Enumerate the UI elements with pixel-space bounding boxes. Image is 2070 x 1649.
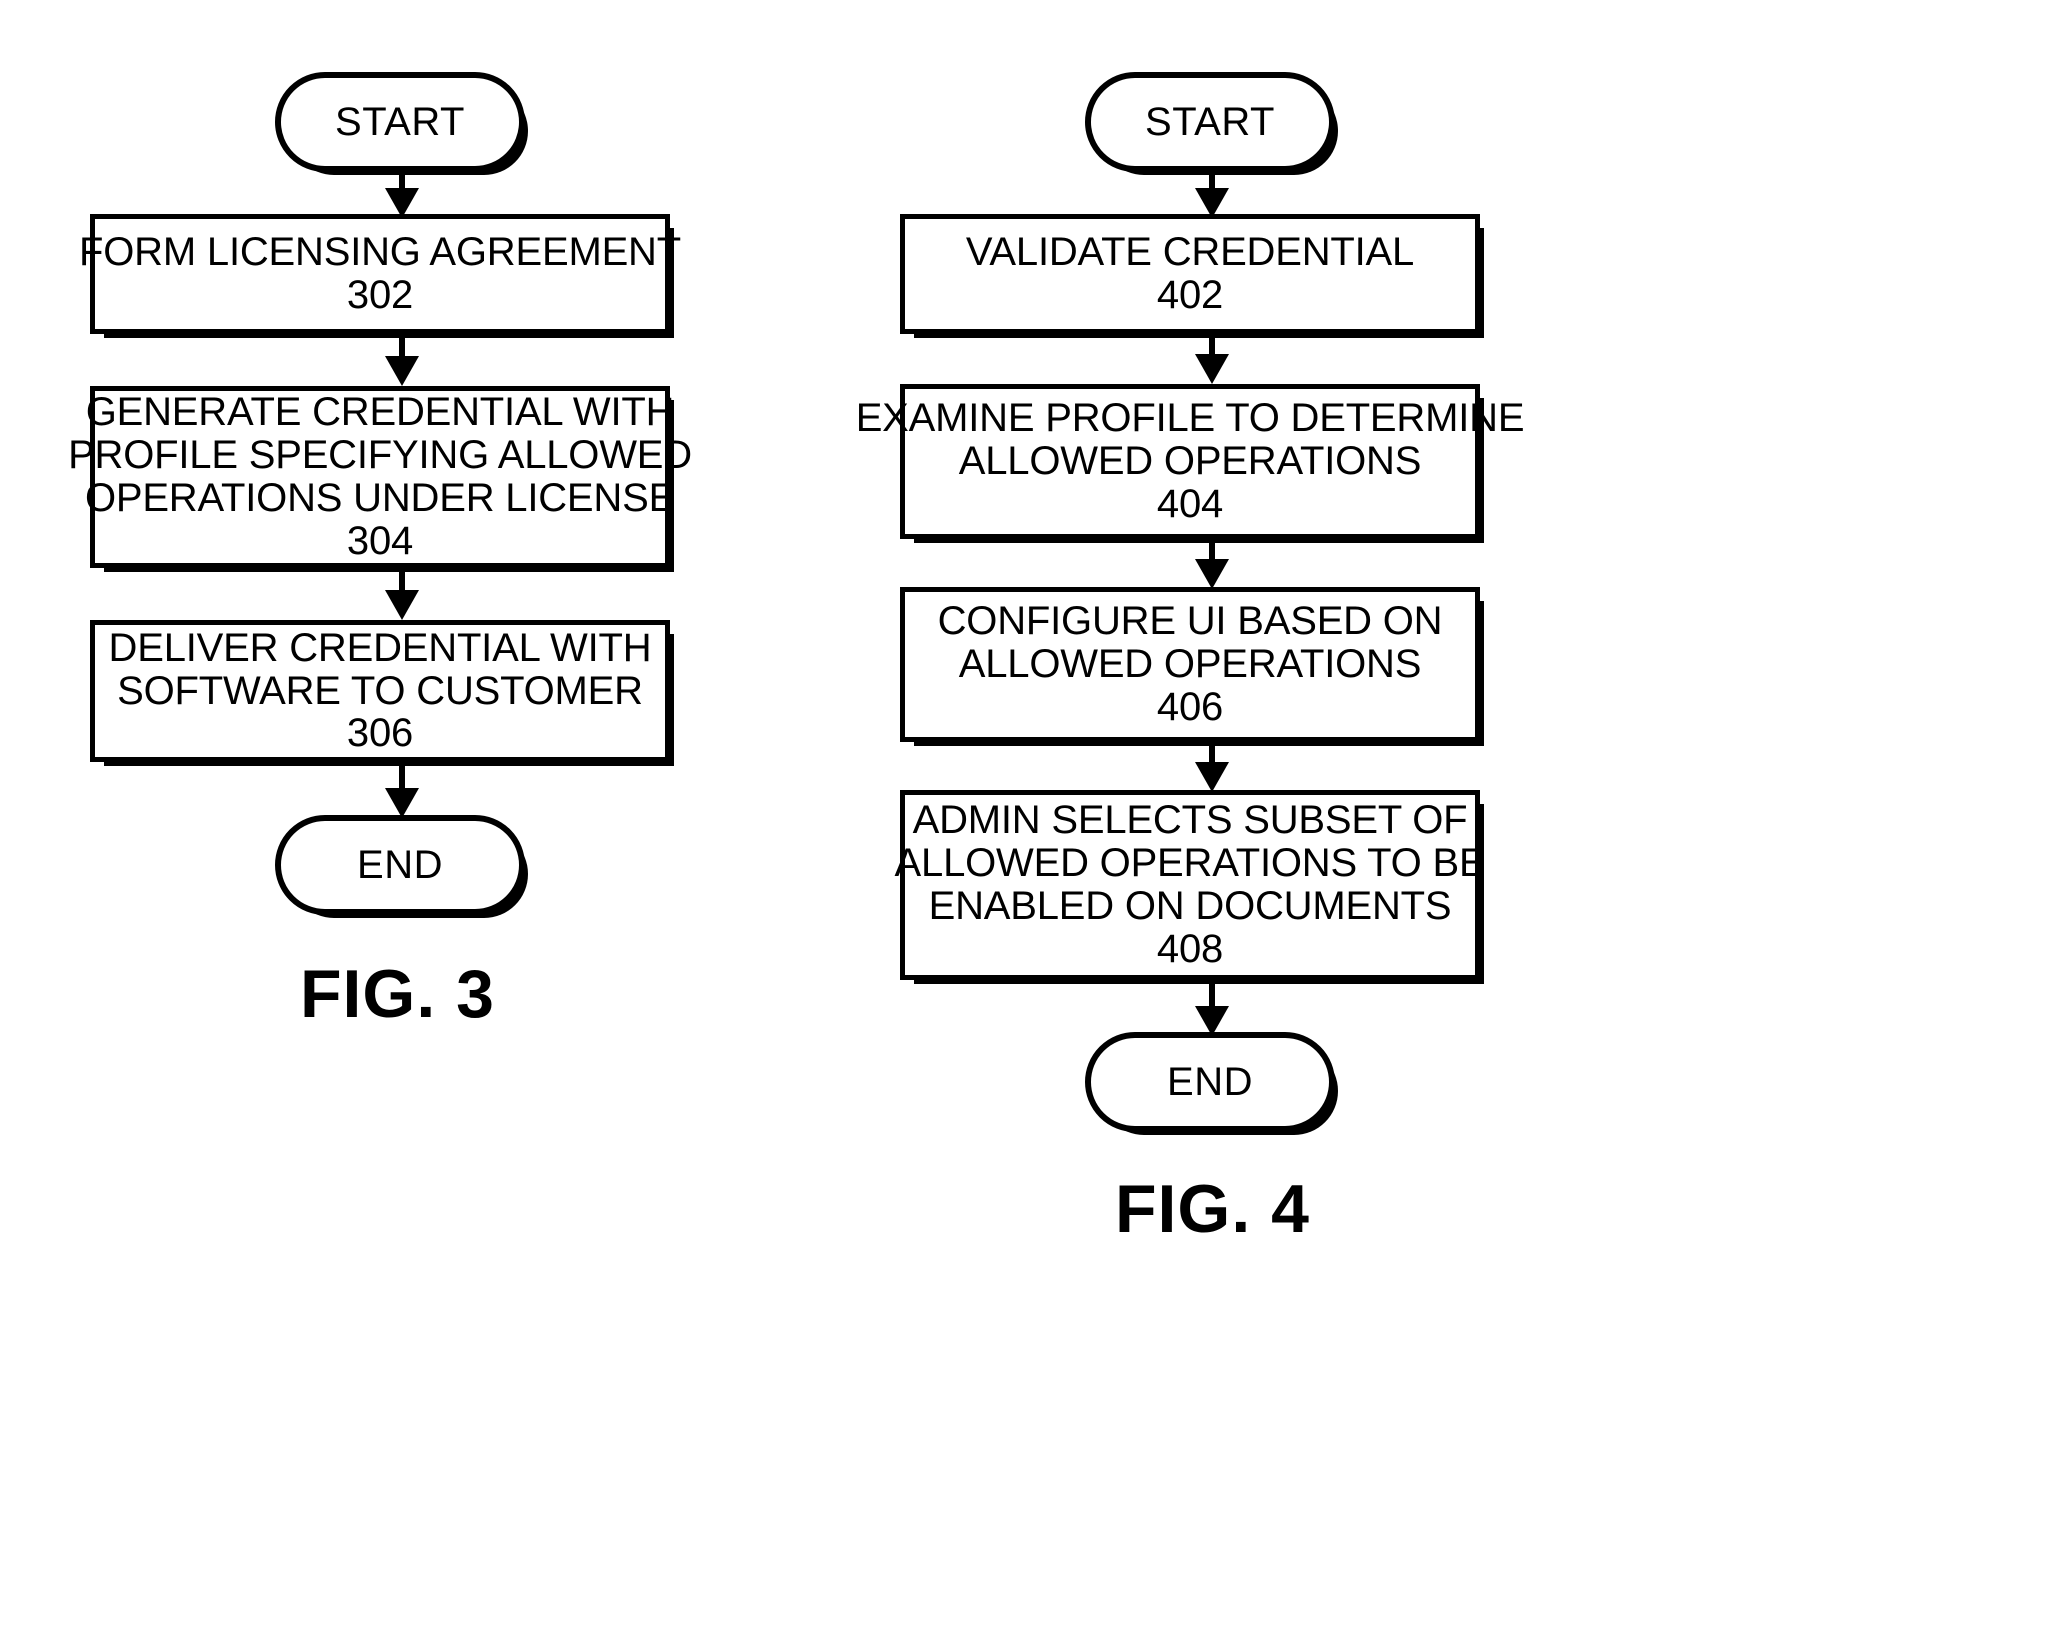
- fig3-start-terminal: START: [275, 72, 528, 175]
- fig4-step-402-line-1: VALIDATE CREDENTIAL: [965, 230, 1415, 275]
- fig4-caption: FIG. 4: [1115, 1171, 1310, 1247]
- fig4-arrow-start-to-402: [1195, 174, 1229, 218]
- process-shape: CONFIGURE UI BASED ON ALLOWED OPERATIONS…: [900, 587, 1484, 746]
- fig3-arrow-306-to-end: [385, 762, 419, 818]
- fig3-end-label: END: [357, 842, 443, 887]
- fig3-arrow-start-to-302: [385, 174, 419, 218]
- fig3-end-terminal: END: [275, 815, 528, 918]
- process-shape: FORM LICENSING AGREEMENT 302: [79, 214, 681, 338]
- fig4-step-408-line-3: ENABLED ON DOCUMENTS: [928, 884, 1452, 928]
- fig4-step-404-line-2: ALLOWED OPERATIONS: [958, 439, 1422, 484]
- fig4-step-402-ref: 402: [1156, 273, 1224, 317]
- fig4-step-402: VALIDATE CREDENTIAL 402: [900, 214, 1484, 338]
- fig3-step-306-line-1: DELIVER CREDENTIAL WITH: [108, 625, 652, 670]
- process-shape: EXAMINE PROFILE TO DETERMINE ALLOWED OPE…: [856, 384, 1525, 543]
- fig3-step-302-ref: 302: [346, 273, 414, 317]
- fig3-arrow-304-to-306: [385, 568, 419, 620]
- fig3-step-306-ref: 306: [346, 711, 414, 756]
- fig4-step-408-line-1: ADMIN SELECTS SUBSET OF: [912, 798, 1468, 843]
- terminal-shape: START: [1085, 72, 1338, 175]
- fig3-step-304: GENERATE CREDENTIAL WITH PROFILE SPECIFY…: [68, 386, 692, 572]
- figure-3: START FORM LICENSING AGREEMENT 302 GENER…: [68, 0, 900, 1649]
- fig4-end-label: END: [1167, 1059, 1253, 1104]
- patent-drawing-sheet: START FORM LICENSING AGREEMENT 302 GENER…: [0, 0, 2070, 1649]
- fig3-step-302-line-1: FORM LICENSING AGREEMENT: [79, 230, 681, 275]
- fig3-step-304-ref: 304: [346, 518, 414, 563]
- terminal-shape: END: [275, 815, 528, 918]
- process-shape: GENERATE CREDENTIAL WITH PROFILE SPECIFY…: [68, 386, 692, 572]
- fig3-step-304-line-2: PROFILE SPECIFYING ALLOWED: [68, 433, 692, 478]
- fig3-step-306: DELIVER CREDENTIAL WITH SOFTWARE TO CUST…: [90, 620, 674, 766]
- fig4-end-terminal: END: [1085, 1032, 1338, 1135]
- fig4-start-label: START: [1145, 99, 1275, 144]
- fig3-caption: FIG. 3: [300, 956, 495, 1032]
- process-shape: VALIDATE CREDENTIAL 402: [900, 214, 1484, 338]
- process-shape: ADMIN SELECTS SUBSET OF ALLOWED OPERATIO…: [895, 790, 1486, 984]
- fig4-step-404-ref: 404: [1156, 481, 1224, 526]
- figure-4: START VALIDATE CREDENTIAL 402 EXAMINE PR…: [856, 0, 1710, 1649]
- fig4-arrow-408-to-end: [1195, 980, 1229, 1036]
- fig4-step-408: ADMIN SELECTS SUBSET OF ALLOWED OPERATIO…: [895, 790, 1486, 984]
- fig4-start-terminal: START: [1085, 72, 1338, 175]
- fig4-step-406-line-2: ALLOWED OPERATIONS: [958, 642, 1422, 687]
- process-shape: DELIVER CREDENTIAL WITH SOFTWARE TO CUST…: [90, 620, 674, 766]
- fig4-step-406-ref: 406: [1156, 684, 1224, 729]
- fig3-arrow-302-to-304: [385, 334, 419, 386]
- fig4-step-406-line-1: CONFIGURE UI BASED ON: [937, 599, 1443, 644]
- fig4-step-408-ref: 408: [1156, 926, 1224, 971]
- fig4-arrow-402-to-404: [1195, 334, 1229, 384]
- fig3-step-306-line-2: SOFTWARE TO CUSTOMER: [117, 668, 643, 713]
- fig3-step-304-line-1: GENERATE CREDENTIAL WITH: [85, 390, 675, 435]
- fig4-step-404: EXAMINE PROFILE TO DETERMINE ALLOWED OPE…: [856, 384, 1525, 543]
- fig4-step-406: CONFIGURE UI BASED ON ALLOWED OPERATIONS…: [900, 587, 1484, 746]
- terminal-shape: END: [1085, 1032, 1338, 1135]
- fig4-arrow-404-to-406: [1195, 539, 1229, 589]
- fig3-step-304-line-3: OPERATIONS UNDER LICENSE: [84, 476, 676, 520]
- fig4-arrow-406-to-408: [1195, 742, 1229, 792]
- fig4-step-404-line-1: EXAMINE PROFILE TO DETERMINE: [855, 396, 1525, 441]
- fig3-start-label: START: [335, 99, 465, 144]
- terminal-shape: START: [275, 72, 528, 175]
- fig3-step-302: FORM LICENSING AGREEMENT 302: [79, 214, 681, 338]
- fig4-step-408-line-2: ALLOWED OPERATIONS TO BE: [894, 841, 1486, 886]
